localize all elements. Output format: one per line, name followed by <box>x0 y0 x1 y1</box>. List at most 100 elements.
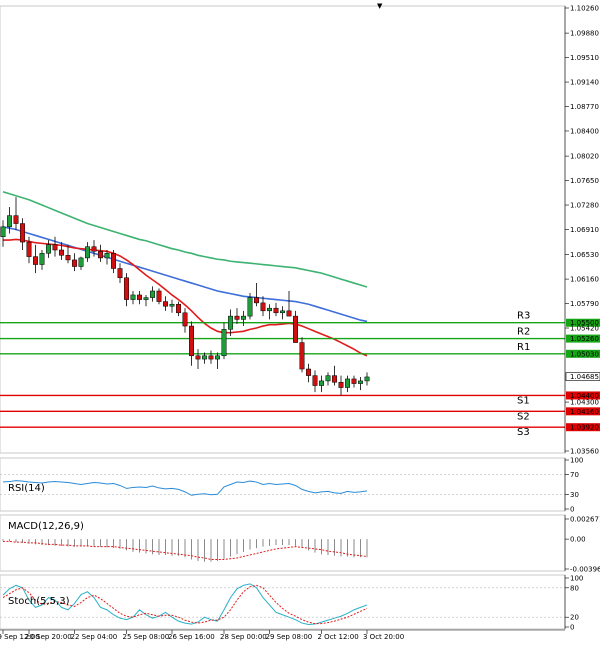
candle-body <box>124 277 129 300</box>
top-scroll-arrow[interactable]: ▼ <box>377 2 383 10</box>
candle-body <box>150 290 155 298</box>
pivot-label-s1: S1 <box>517 395 530 406</box>
pivot-label-s2: S2 <box>517 411 530 422</box>
candle-body <box>364 376 370 382</box>
pivot-label-r3: R3 <box>517 311 530 322</box>
candle-body <box>26 241 32 257</box>
candle-body <box>280 310 285 314</box>
candle-body <box>273 307 279 314</box>
candle-body <box>351 378 357 384</box>
price-tick-label: 1.09880 <box>570 30 599 38</box>
plot-frame <box>0 0 600 647</box>
candle-body <box>208 355 214 360</box>
candle-body <box>312 375 318 386</box>
pivot-label-r2: R2 <box>517 327 530 338</box>
candle-body <box>358 380 363 384</box>
price-tick-label: 1.10260 <box>570 5 599 13</box>
candle-body <box>20 223 25 243</box>
candle-body <box>299 342 305 370</box>
pivot-value-label: 1.04160 <box>570 408 599 416</box>
pivot-label-r1: R1 <box>517 342 530 353</box>
price-tick-label: 1.09510 <box>570 54 599 62</box>
candle-body <box>176 303 181 314</box>
time-tick-label: 3 Oct 20:00 <box>363 633 404 641</box>
time-tick-label: 26 Sep 16:00 <box>168 633 215 641</box>
candle <box>299 337 305 373</box>
candle-body <box>98 251 103 259</box>
candle-body <box>143 297 149 300</box>
candle-body <box>46 244 51 254</box>
chart-root: R31.05500R21.05260R11.05030S1 1.04400S2 1.… <box>0 0 600 647</box>
candle-body <box>293 315 298 343</box>
rsi-tick-label: 70 <box>570 471 579 479</box>
time-tick-label: 2 Oct 12:00 <box>318 633 359 641</box>
candle-body <box>72 259 77 267</box>
time-tick-label: 22 Sep 04:00 <box>71 633 118 641</box>
stoch-tick-label: 80 <box>570 584 579 592</box>
current-price-label: 1.04685 <box>570 373 599 381</box>
macd-tick-label: -0.003966 <box>570 566 600 574</box>
rsi-tick-label: 100 <box>570 457 583 465</box>
candle-body <box>7 215 12 228</box>
candle-body <box>241 315 246 320</box>
time-tick-label: 28 Sep 00:00 <box>220 633 267 641</box>
candle-body <box>234 315 240 320</box>
time-tick-label: 29 Sep 08:00 <box>266 633 313 641</box>
rsi-tick-label: 0 <box>570 506 574 514</box>
pivot-value-label: 1.05030 <box>570 350 599 358</box>
stoch-title: Stoch(5,5,3) <box>8 596 70 607</box>
candle-body <box>260 302 266 312</box>
time-tick-label: 20 Sep 20:00 <box>25 633 72 641</box>
candle-body <box>65 255 71 261</box>
current-price-marker: 1.04685 <box>565 372 600 381</box>
candle-body <box>39 253 45 265</box>
candle-body <box>345 378 350 388</box>
candle-body <box>52 244 58 251</box>
macd-tick-label: 0.00 <box>570 536 586 544</box>
price-tick-label: 1.09140 <box>570 79 599 87</box>
candle-body <box>254 297 259 304</box>
candle-body <box>189 325 194 357</box>
candle-body <box>169 303 175 307</box>
candle-body <box>221 329 227 357</box>
price-tick-label: 1.07650 <box>570 177 599 185</box>
pivot-label-s3: S3 <box>517 427 530 438</box>
candle-body <box>325 375 331 382</box>
stoch-tick-label: 100 <box>570 575 583 583</box>
rsi-title: RSI(14) <box>8 483 45 494</box>
price-tick-label: 1.07280 <box>570 202 599 210</box>
price-tick-label: 1.08020 <box>570 153 599 161</box>
macd-title: MACD(12,26,9) <box>8 521 84 532</box>
price-tick-label: 1.06530 <box>570 251 599 259</box>
candle-body <box>338 381 344 388</box>
candle-body <box>137 294 142 300</box>
candle-body <box>215 355 220 360</box>
candle-body <box>267 307 272 312</box>
candle-body <box>195 355 201 360</box>
candle-body <box>228 315 233 330</box>
stoch-tick-label: 0 <box>570 624 574 632</box>
price-tick-label: 1.03560 <box>570 448 599 456</box>
candle-body <box>85 246 90 259</box>
candle-body <box>130 294 136 300</box>
candle-body <box>247 297 253 317</box>
candle-body <box>78 257 84 267</box>
price-tick-label: 1.06910 <box>570 226 599 234</box>
price-tick-label: 1.04300 <box>570 399 599 407</box>
price-tick-label: 1.08770 <box>570 103 599 111</box>
price-tick-label: 1.05790 <box>570 300 599 308</box>
candle-body <box>306 368 311 376</box>
candle-body <box>104 253 110 259</box>
pivot-value-label: 1.03920 <box>570 424 599 432</box>
candle-body <box>202 355 207 360</box>
price-tick-label: 1.05420 <box>570 325 599 333</box>
candle-body <box>117 268 123 279</box>
time-tick-label: 25 Sep 08:00 <box>123 633 170 641</box>
candle-body <box>182 312 188 327</box>
candle-body <box>163 301 168 307</box>
stoch-tick-label: 20 <box>570 614 579 622</box>
candle-body <box>13 215 19 224</box>
candle-body <box>33 256 38 265</box>
price-tick-label: 1.06160 <box>570 276 599 284</box>
candle-body <box>156 290 162 302</box>
